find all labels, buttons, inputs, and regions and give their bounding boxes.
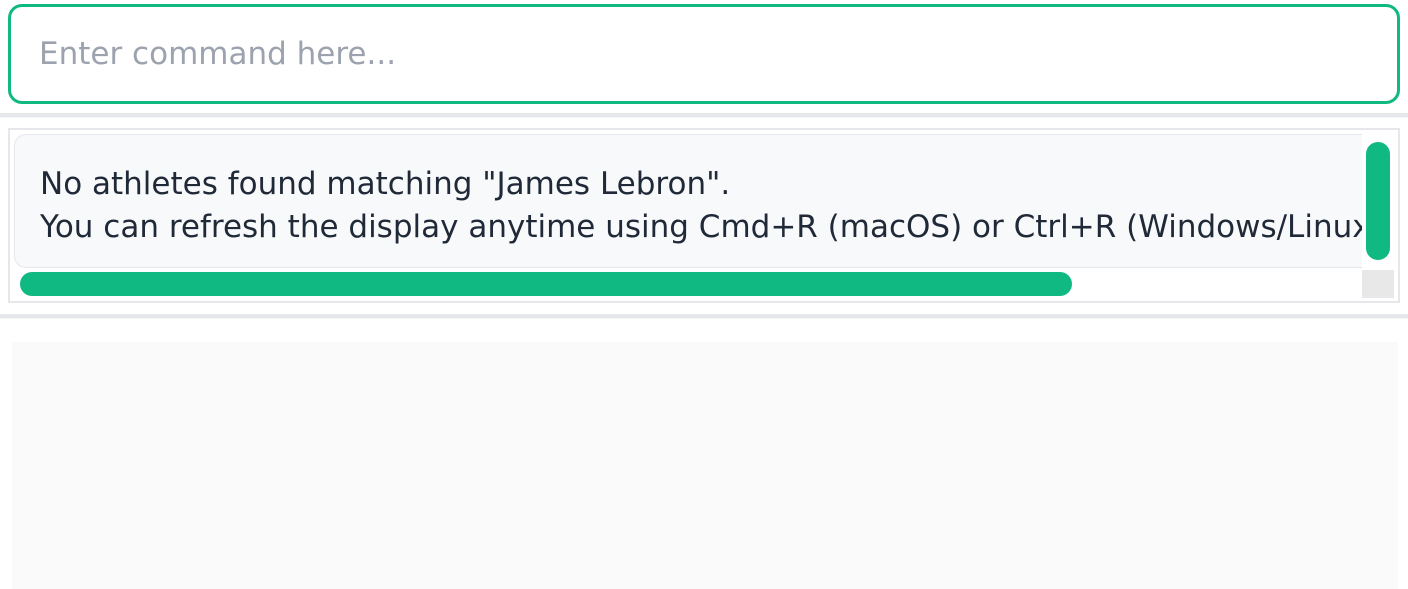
result-panel: No athletes found matching "James Lebron… [8, 128, 1400, 303]
horizontal-scrollbar[interactable] [14, 270, 1366, 298]
result-message: No athletes found matching "James Lebron… [14, 134, 1366, 268]
horizontal-scrollbar-thumb[interactable] [20, 272, 1072, 296]
command-input[interactable] [11, 7, 1397, 101]
command-box [8, 4, 1400, 104]
result-message-line: No athletes found matching "James Lebron… [40, 166, 731, 202]
display-area [12, 342, 1398, 589]
vertical-scrollbar-thumb[interactable] [1366, 142, 1390, 260]
divider-top [0, 113, 1408, 118]
result-viewport: No athletes found matching "James Lebron… [14, 134, 1366, 270]
result-message-line: You can refresh the display anytime usin… [40, 209, 1366, 245]
vertical-scrollbar[interactable] [1362, 134, 1394, 270]
divider-bottom [0, 314, 1408, 319]
scrollbar-corner [1362, 270, 1394, 298]
